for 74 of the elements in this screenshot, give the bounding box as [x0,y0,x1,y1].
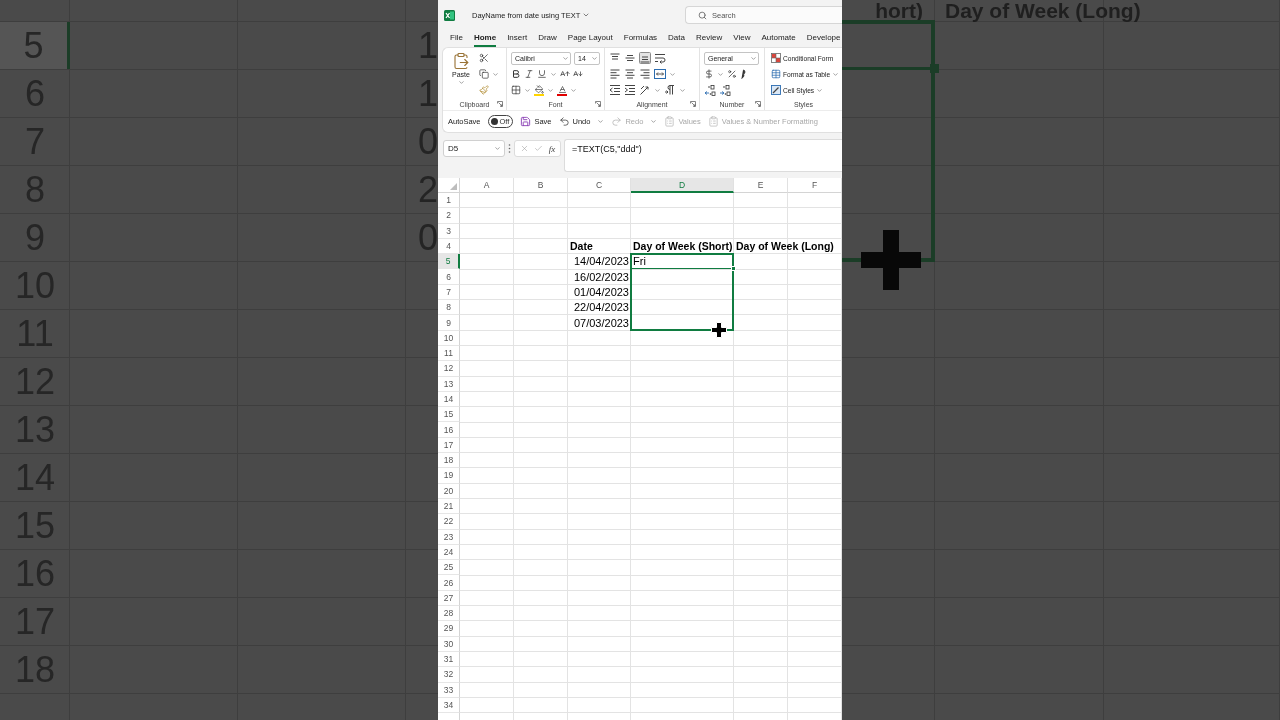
comma-style-icon[interactable] [740,69,746,79]
align-right-icon[interactable] [639,68,651,80]
increase-decimal-icon[interactable] [704,84,716,96]
clipboard-icon [452,52,470,70]
row-header[interactable]: 5 [438,254,460,270]
column-header[interactable]: D [631,178,734,193]
ribbon-tab[interactable]: Formulas [623,30,658,47]
dialog-launcher-icon[interactable] [755,101,761,107]
fill-color-icon[interactable] [534,84,544,96]
undo-icon [558,116,570,127]
formula-field[interactable]: =TEXT(C5,"ddd") [564,139,842,172]
name-box[interactable]: D5 [443,140,505,157]
app-logo-icon [444,9,455,21]
ribbon-tab[interactable]: View [733,30,751,47]
row-header[interactable]: 6 [438,269,460,285]
italic-icon[interactable] [524,69,534,79]
align-center-icon[interactable] [624,68,636,80]
ribbon-tab[interactable]: Develope [806,30,841,47]
decrease-decimal-icon[interactable] [719,84,731,96]
ribbon-tab[interactable]: Automate [761,30,796,47]
cell-value: 16/02/2023 [572,270,630,285]
orientation-icon[interactable] [639,84,651,96]
cell-value: Date [569,240,594,255]
underline-icon[interactable] [537,69,547,79]
merge-cells-icon[interactable] [654,68,666,80]
increase-indent-icon[interactable] [624,84,636,96]
align-bottom-icon[interactable] [639,52,651,64]
scissors-icon[interactable] [479,53,489,63]
insert-function-button[interactable]: fx [548,143,556,154]
ribbon-tab[interactable]: Data [668,30,685,47]
dollar-icon[interactable] [704,69,714,79]
chevron-down-icon[interactable] [582,11,591,19]
cell-value: 14/04/2023 [572,255,630,270]
cell-value: Fri [632,255,647,270]
wrap-text-icon[interactable] [654,52,666,64]
font-color-icon[interactable] [557,84,567,96]
search-icon [698,10,707,20]
cell-value: Day of Week (Long) [735,240,835,255]
ribbon-tab[interactable]: File [450,30,463,47]
clipboard-icon [707,116,719,127]
font-grow-icon[interactable] [560,69,570,79]
clipboard-icon [664,116,676,127]
ribbon-tab[interactable]: Draw [538,30,557,47]
cell-value: 07/03/2023 [572,316,630,331]
row-header[interactable]: 16 [438,422,460,438]
fill-handle-icon[interactable] [731,266,736,272]
align-middle-icon[interactable] [624,52,636,64]
ribbon-tab[interactable]: Review [696,30,723,47]
align-left-icon[interactable] [609,68,621,80]
cell-value: 01/04/2023 [572,286,630,301]
plus-cursor-icon [711,321,727,338]
percent-icon[interactable] [727,69,737,79]
ribbon-tab[interactable]: Insert [507,30,528,47]
redo-icon [611,116,623,127]
check-icon[interactable] [534,144,544,153]
vertical-dots-icon [508,144,511,153]
dialog-launcher-icon[interactable] [497,101,503,107]
bold-icon[interactable] [511,69,521,79]
toggle-knob-icon [490,118,498,125]
copy-icon[interactable] [479,69,489,79]
cell-styles-icon [771,85,781,95]
plus-cursor-icon [861,230,921,290]
cell-value: 22/04/2023 [572,301,630,316]
decrease-indent-icon[interactable] [609,84,621,96]
ribbon-tab[interactable]: Page Layout [567,30,613,47]
table-icon [771,69,781,79]
dialog-launcher-icon[interactable] [595,101,601,107]
dialog-launcher-icon[interactable] [690,101,696,107]
cell-value: Day of Week (Short) [632,240,734,255]
table-highlight-icon [771,53,781,63]
text-direction-icon[interactable] [664,84,676,96]
font-shrink-icon[interactable] [573,69,583,79]
row-header[interactable]: 26 [438,575,460,591]
borders-icon[interactable] [511,85,521,95]
